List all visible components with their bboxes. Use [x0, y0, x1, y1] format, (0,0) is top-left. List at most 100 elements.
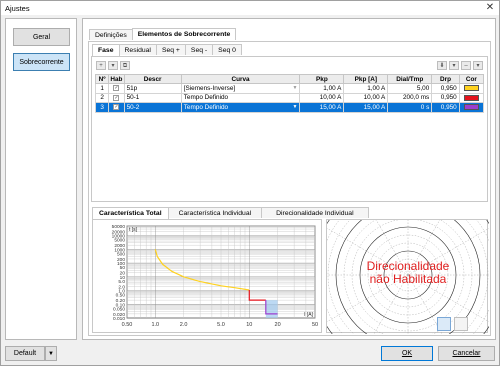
x-axis-label: I [A] — [304, 312, 314, 318]
ok-label: OK — [401, 350, 413, 357]
row-descr[interactable]: 51p — [123, 83, 182, 94]
color-swatch[interactable] — [463, 85, 479, 92]
chevron-down-icon[interactable]: ▼ — [292, 85, 297, 91]
elements-panel: Fase Residual Seq + Seq - Seq 0 + ▾ ⧉ ⬇ … — [88, 41, 500, 366]
row-drp[interactable]: 0,950 — [431, 92, 460, 104]
row-pkp-a[interactable]: 1,00 A — [343, 83, 389, 94]
x-tick-label: 0.50 — [122, 322, 133, 328]
default-button[interactable]: Default — [5, 346, 45, 361]
x-tick-label: 20 — [275, 322, 281, 328]
close-icon[interactable]: ✕ — [484, 2, 496, 14]
sidebar-item-geral[interactable]: Geral — [13, 28, 70, 46]
row-color[interactable] — [458, 83, 485, 94]
elements-table-panel: + ▾ ⧉ ⬇ ▾ – ▾ Nº Hab Descr Curva Pkp Pkp… — [91, 56, 488, 202]
sidebar-item-sobrecorrente[interactable]: Sobrecorrente — [13, 53, 70, 71]
move-down-icon[interactable]: ⬇ — [437, 61, 447, 70]
settings-window: Ajustes ✕ Geral Sobrecorrente Definições… — [0, 0, 500, 366]
tab-caracteristica-individual[interactable]: Característica Individual — [167, 207, 263, 218]
enabled-checkbox[interactable]: ✓ — [108, 92, 125, 104]
row-curva-text: Tempo Definido — [183, 103, 229, 111]
x-tick-label: 50 — [312, 322, 318, 328]
tab-seq-zero[interactable]: Seq 0 — [212, 44, 242, 55]
table-row[interactable]: 1 ✓ 51p [Siemens-Inverse] ▼ 1,00 A 1,00 A… — [94, 83, 485, 94]
col-header-dial[interactable]: Dial/Tmp — [387, 74, 433, 84]
col-header-descr[interactable]: Descr — [123, 74, 182, 84]
col-header-cor[interactable]: Cor — [458, 74, 485, 84]
row-dial[interactable]: 200,0 ms — [387, 92, 433, 104]
y-tick-label: 50 — [120, 265, 126, 271]
copy-element-icon[interactable]: ⧉ — [120, 61, 130, 70]
row-dial[interactable]: 0 s — [387, 102, 433, 113]
row-pkp[interactable]: 15,00 A — [299, 102, 345, 113]
polar-config-icon[interactable] — [454, 317, 468, 331]
table-header-row: Nº Hab Descr Curva Pkp Pkp [A] Dial/Tmp … — [94, 74, 485, 84]
row-pkp-a[interactable]: 10,00 A — [343, 92, 389, 104]
table-toolbar-right: ⬇ ▾ – ▾ — [437, 61, 483, 70]
row-curva[interactable]: Tempo Definido ▼ — [180, 102, 301, 113]
pickup-band — [265, 300, 278, 318]
add-dropdown-icon[interactable]: ▾ — [108, 61, 118, 70]
move-down-dropdown-icon[interactable]: ▾ — [449, 61, 459, 70]
ok-button[interactable]: OK — [381, 346, 433, 361]
row-curva-text: [Siemens-Inverse] — [183, 84, 236, 92]
y-tick-label: 5.0 — [118, 279, 125, 285]
table-row[interactable]: 2 ✓ 50-1 Tempo Definido 10,00 A 10,00 A … — [94, 92, 485, 104]
y-axis-label: t [s] — [129, 227, 138, 233]
tab-direcionalidade-individual[interactable]: Direcionalidade Individual — [261, 207, 369, 218]
row-color[interactable] — [458, 92, 485, 104]
tab-residual[interactable]: Residual — [118, 44, 157, 55]
color-swatch[interactable] — [463, 104, 479, 111]
polar-view-icon[interactable] — [437, 317, 451, 331]
row-pkp[interactable]: 10,00 A — [299, 92, 345, 104]
y-tick-label: 5000 — [114, 238, 125, 244]
color-swatch[interactable] — [463, 94, 479, 101]
row-pkp[interactable]: 1,00 A — [299, 83, 345, 94]
x-tick-label: 1.0 — [151, 322, 159, 328]
row-drp[interactable]: 0,950 — [431, 83, 460, 94]
row-pkp-a[interactable]: 15,00 A — [343, 102, 389, 113]
tcc-chart-svg: 5000020000100005000200010005002001005020… — [112, 224, 318, 328]
cancel-button[interactable]: Cancelar — [438, 346, 495, 361]
x-tick-label: 5.0 — [217, 322, 225, 328]
elements-table: Nº Hab Descr Curva Pkp Pkp [A] Dial/Tmp … — [94, 74, 485, 113]
add-element-icon[interactable]: + — [96, 61, 106, 70]
tab-seq-neg[interactable]: Seq - — [184, 44, 214, 55]
row-descr[interactable]: 50-2 — [123, 102, 182, 113]
table-toolbar: + ▾ ⧉ — [96, 61, 130, 70]
tab-seq-pos[interactable]: Seq + — [155, 44, 186, 55]
main-tabs: Definições Elementos de Sobrecorrente — [89, 28, 237, 40]
col-header-n[interactable]: Nº — [94, 74, 110, 84]
y-tick-label: 50000 — [112, 224, 126, 230]
table-row-selected[interactable]: 3 ✓ 50-2 Tempo Definido ▼ 15,00 A 15,00 A… — [94, 102, 485, 113]
row-curva[interactable]: [Siemens-Inverse] ▼ — [180, 83, 301, 94]
col-header-pkp-a[interactable]: Pkp [A] — [343, 74, 389, 84]
tab-fase[interactable]: Fase — [92, 44, 120, 56]
enabled-checkbox[interactable]: ✓ — [108, 102, 125, 113]
y-tick-label: 0.050 — [113, 306, 125, 312]
remove-dropdown-icon[interactable]: ▾ — [473, 61, 483, 70]
tab-caracteristica-total[interactable]: Característica Total — [92, 207, 169, 219]
direction-message-line2: não Habilitada — [369, 272, 447, 286]
tcc-chart: 50000 20000 10000 5000 2000 1000 500 200 100 50 20… — [92, 219, 322, 333]
row-dial[interactable]: 5,00 — [387, 83, 433, 94]
sub-tabs: Fase Residual Seq + Seq - Seq 0 — [92, 44, 242, 56]
main-panel: Definições Elementos de Sobrecorrente Fa… — [82, 18, 500, 366]
row-descr[interactable]: 50-1 — [123, 92, 182, 104]
direction-chart: Direcionalidade não Habilitada — [288, 155, 500, 366]
tab-elementos-sobrecorrente[interactable]: Elementos de Sobrecorrente — [131, 28, 237, 40]
col-header-hab[interactable]: Hab — [108, 74, 125, 84]
tab-definicoes[interactable]: Definições — [89, 29, 133, 40]
row-number: 2 — [94, 92, 110, 104]
default-dropdown-icon[interactable]: ▼ — [45, 346, 57, 361]
row-color[interactable] — [458, 102, 485, 113]
enabled-checkbox[interactable]: ✓ — [108, 83, 125, 94]
row-drp[interactable]: 0,950 — [431, 102, 460, 113]
col-header-drp[interactable]: Drp — [431, 74, 460, 84]
chevron-down-icon[interactable]: ▼ — [292, 104, 297, 110]
remove-element-icon[interactable]: – — [461, 61, 471, 70]
direction-message: Direcionalidade não Habilitada — [327, 260, 489, 286]
row-curva[interactable]: Tempo Definido — [180, 92, 301, 104]
col-header-curva[interactable]: Curva — [180, 74, 301, 84]
col-header-pkp[interactable]: Pkp — [299, 74, 345, 84]
y-tick-label: 500 — [117, 251, 125, 257]
